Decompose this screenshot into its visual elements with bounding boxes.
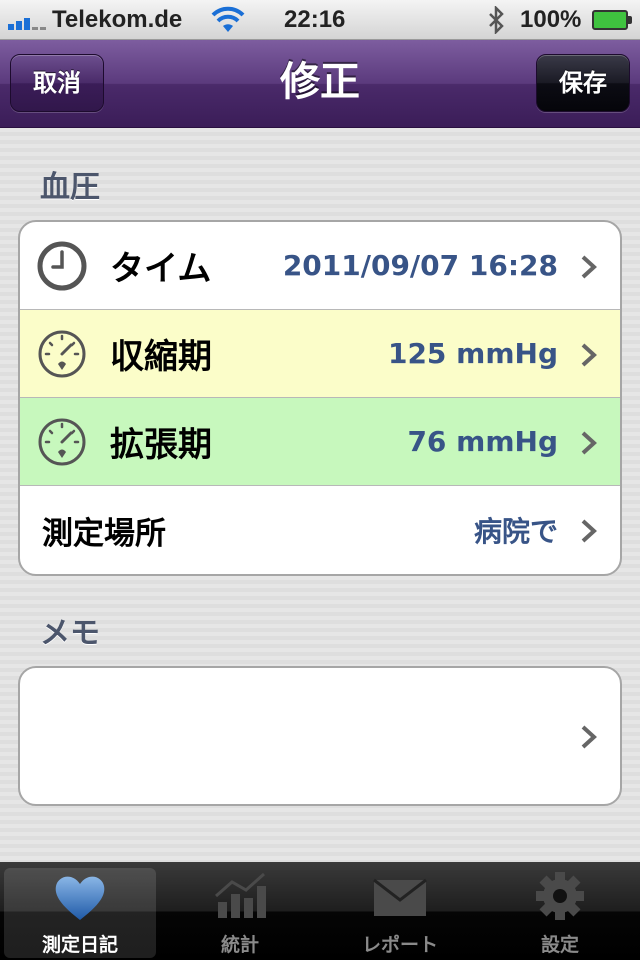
time-row[interactable]: タイム 2011/09/07 16:28 (20, 222, 620, 310)
battery-percentage: 100% (520, 6, 582, 33)
tab-label: レポート (361, 934, 438, 956)
gauge-icon (38, 418, 86, 466)
diastolic-row[interactable]: 拡張期 76 mmHg (20, 398, 620, 486)
tab-label: 測定日記 (41, 934, 118, 956)
tab-statistics[interactable]: 統計 (160, 862, 320, 960)
navigation-bar: 修正 取消 保存 (0, 40, 640, 128)
chevron-right-icon (581, 343, 597, 367)
tab-label: 統計 (220, 934, 259, 956)
gauge-icon (38, 330, 86, 378)
row-value: 76 mmHg (407, 425, 558, 458)
row-value: 125 mmHg (387, 337, 558, 370)
memo-group (18, 666, 622, 806)
tab-bar: 測定日記 統計 レポート 設定 (0, 862, 640, 960)
row-value: 2011/09/07 16:28 (282, 249, 558, 282)
chevron-right-icon (581, 431, 597, 455)
chevron-right-icon (581, 255, 597, 279)
status-bar: Telekom.de 22:16 100% (0, 0, 640, 40)
cancel-button[interactable]: 取消 (10, 54, 104, 112)
save-button[interactable]: 保存 (536, 54, 630, 112)
section-header-memo: メモ (40, 616, 100, 651)
carrier-name: Telekom.de (52, 6, 183, 33)
tab-label: 設定 (540, 934, 579, 956)
row-value: 病院で (473, 515, 558, 548)
location-row[interactable]: 測定場所 病院で (20, 486, 620, 574)
battery-charging-icon (592, 10, 632, 30)
row-label: タイム (110, 249, 212, 289)
chevron-right-icon (581, 519, 597, 543)
row-label: 拡張期 (110, 425, 212, 465)
row-label: 測定場所 (42, 515, 166, 552)
tab-diary[interactable]: 測定日記 (4, 868, 156, 958)
section-header-blood-pressure: 血圧 (40, 170, 100, 205)
clock-icon (37, 241, 87, 291)
chart-icon (215, 872, 266, 918)
memo-row[interactable] (20, 668, 620, 804)
row-label: 収縮期 (110, 337, 212, 377)
tab-report[interactable]: レポート (320, 862, 480, 960)
blood-pressure-group: タイム 2011/09/07 16:28 収縮期 125 mmHg 拡張期 76… (18, 220, 622, 576)
tab-settings[interactable]: 設定 (480, 862, 640, 960)
envelope-icon (373, 878, 427, 916)
systolic-row[interactable]: 収縮期 125 mmHg (20, 310, 620, 398)
signal-bars-icon (8, 14, 46, 30)
gear-icon (536, 872, 584, 920)
bluetooth-icon (489, 6, 504, 34)
heart-icon (55, 876, 105, 920)
chevron-right-icon (581, 725, 597, 749)
clock-time: 22:16 (284, 6, 346, 33)
wifi-icon (211, 6, 245, 32)
